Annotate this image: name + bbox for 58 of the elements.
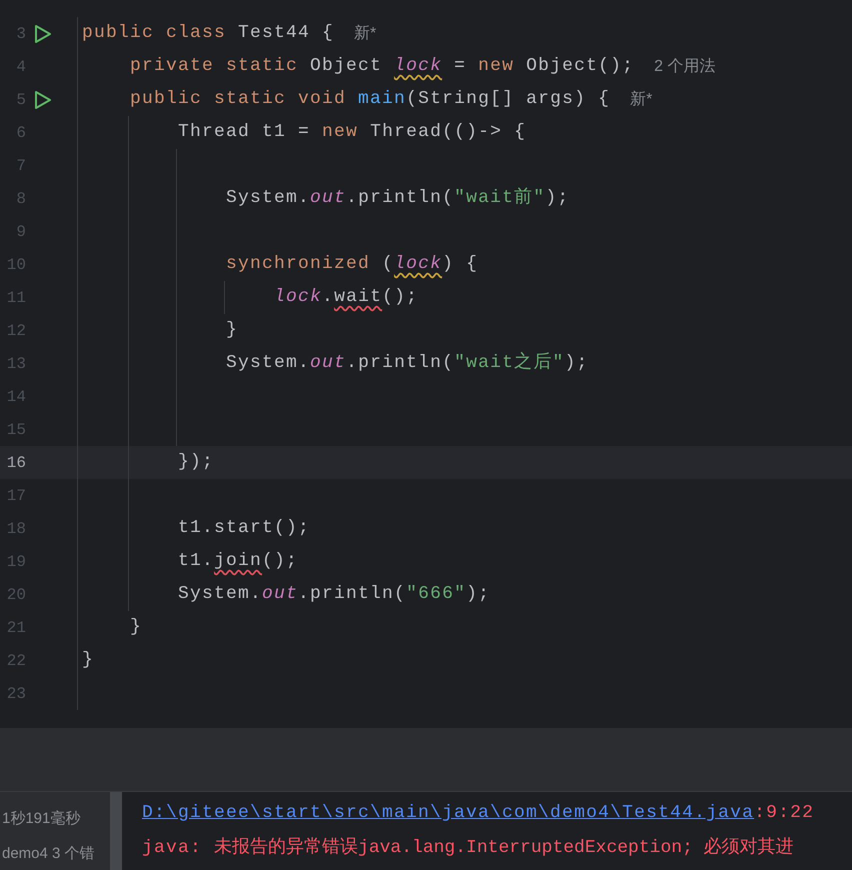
string-literal: "wait之后" [454, 350, 565, 375]
code-text: Object(); [526, 55, 634, 78]
keyword-text: new [322, 121, 360, 144]
line-number: 16 [6, 452, 26, 474]
field-name: lock [394, 253, 442, 276]
code-text: } [129, 616, 142, 639]
inline-hint[interactable]: 新* [630, 88, 652, 112]
field-name: out [262, 583, 298, 606]
code-text: (String[] args) { [406, 88, 610, 111]
code-text: ); [564, 352, 589, 375]
error-position: :9:22 [754, 802, 814, 825]
run-icon[interactable] [34, 24, 52, 44]
inline-hint[interactable]: 2 个用法 [654, 54, 716, 78]
code-text: t1.start(); [177, 517, 310, 540]
code-text: .println( [346, 187, 454, 210]
code-text: } [82, 649, 94, 672]
error-message: 未报告的异常错误java.lang.InterruptedException; 必须对其进 [214, 836, 794, 860]
code-text: Object [310, 55, 384, 78]
scrollbar[interactable] [110, 792, 122, 870]
keyword-text: new [478, 55, 516, 78]
code-text: ) { [442, 253, 478, 276]
code-text: ); [466, 583, 490, 606]
code-text: wait [334, 286, 382, 309]
error-prefix: java: [142, 837, 204, 860]
code-text: System. [225, 352, 310, 375]
code-text: }); [177, 451, 214, 474]
code-text: (); [382, 286, 418, 309]
code-text: t1. [177, 550, 214, 573]
code-text: System. [177, 583, 262, 606]
code-text: Test44 { [238, 22, 334, 45]
code-text: } [225, 319, 238, 342]
run-icon[interactable] [34, 90, 52, 110]
keyword-text: synchronized [225, 253, 370, 276]
file-path-link[interactable]: D:\giteee\start\src\main\java\com\demo4\Test44.java [142, 800, 754, 827]
code-text: ); [545, 187, 570, 210]
code-text: join [214, 550, 262, 573]
tree-item[interactable]: demo4 3 个错 [0, 842, 110, 865]
keyword-text: public class [82, 22, 228, 45]
method-name: main [358, 88, 406, 111]
field-name: out [310, 187, 346, 210]
string-literal: "666" [406, 583, 466, 606]
code-text: System. [225, 187, 310, 210]
keyword-text: private static [129, 55, 300, 78]
code-text: Thread t1 = [177, 121, 312, 144]
code-text: = [453, 55, 468, 78]
code-text: . [322, 286, 334, 309]
code-text: (); [262, 550, 298, 573]
code-text: ( [381, 253, 394, 276]
code-text: Thread(()-> { [370, 121, 526, 144]
code-text: .println( [298, 583, 406, 606]
keyword-text: public static void [129, 88, 348, 111]
string-literal: "wait前" [454, 186, 546, 210]
tree-item[interactable]: 1秒191毫秒 [0, 808, 110, 830]
field-name: lock [273, 286, 322, 309]
field-name: lock [394, 55, 442, 78]
inline-hint[interactable]: 新* [354, 22, 376, 46]
code-text: .println( [346, 352, 454, 375]
field-name: out [310, 352, 346, 375]
